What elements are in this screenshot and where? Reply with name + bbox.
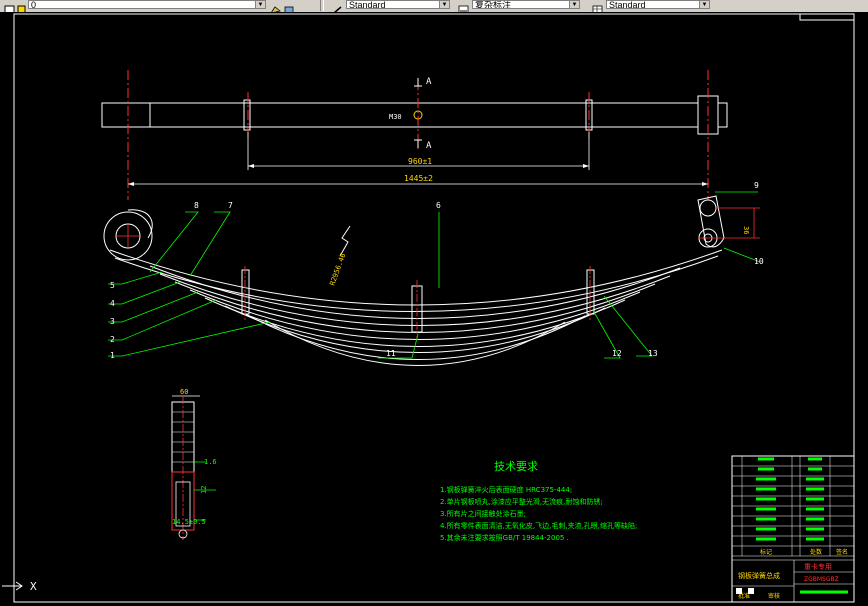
part-name: 钢板弹簧总成 [738,571,780,580]
col-count: 处数 [810,548,822,556]
layer-dropdown-value: 0 [31,0,37,9]
dimension-style-dropdown[interactable]: 复杂标注 ▼ [472,0,580,9]
section-dim-a: 1.6 [204,458,217,466]
chevron-down-icon[interactable]: ▼ [699,1,709,8]
section-dim-c: 14.5±0.5 [172,518,206,526]
chevron-down-icon[interactable]: ▼ [439,1,449,8]
notes-line-4: 4.所有零件表面清洁,无氧化皮,飞边,毛刺,夹渣,孔眼,缩孔等缺陷; [440,521,637,530]
center-bolt-label: M30 [389,113,402,121]
model-space-background [0,12,868,606]
callout-4: 4 [110,299,115,308]
callout-9: 9 [754,181,759,190]
section-width-label: 60 [180,388,188,396]
title-block-box-1 [736,588,742,594]
layer-state-icon[interactable] [4,0,15,14]
chevron-down-icon[interactable]: ▼ [569,1,579,8]
section-label-bottom: A [426,141,432,151]
text-style-value: Standard [349,0,386,9]
callout-7: 7 [228,201,233,210]
table-style-value: Standard [609,0,646,9]
notes-line-5: 5.其余未注要求按照GB/T 19844-2005 . [440,533,569,542]
shackle-dim-label: 36 [742,226,750,234]
cad-drawing-canvas[interactable]: A A M30 960±1 1445±2 36 R2956.46 8 7 6 9… [0,12,868,606]
notes-title: 技术要求 [494,460,538,473]
dimension-style-value: 复杂标注 [475,0,512,9]
notes-line-1: 1.钢板弹簧淬火后表面硬度 HRC375-444; [440,485,572,494]
col-mark: 标记 [760,548,772,556]
chevron-down-icon[interactable]: ▼ [255,1,265,8]
title-block-box-2 [748,588,754,594]
col-sign: 签名 [836,548,848,556]
callout-6: 6 [436,201,441,210]
toolbar-separator [320,0,324,11]
callout-2: 2 [110,335,115,344]
review-label: 审核 [768,592,780,600]
layer-previous-icon[interactable] [284,0,295,14]
layer-dropdown[interactable]: 0 ▼ [28,0,266,9]
section-dim-b: 12 [200,486,208,494]
drawing-code: ZGBMSGBZ [804,576,839,583]
callout-1: 1 [110,351,115,360]
dim-outer-label: 1445±2 [404,174,433,183]
notes-line-2: 2.单片钢板喷丸,涂漆应平整光滑,无流痕,耐蚀和防锈; [440,497,603,506]
callout-8: 8 [194,201,199,210]
dim-inner-label: 960±1 [408,157,432,166]
company-name: 重卡专用 [804,562,832,571]
callout-11: 11 [386,349,396,358]
dimension-style-icon[interactable] [458,0,469,15]
text-style-dropdown[interactable]: Standard ▼ [346,0,450,9]
callout-12: 12 [612,349,622,358]
notes-line-3: 3.所有片之间接触处涂石墨; [440,509,526,518]
table-style-icon[interactable] [592,0,603,15]
callout-3: 3 [110,317,115,326]
callout-10: 10 [754,257,764,266]
table-style-dropdown[interactable]: Standard ▼ [606,0,710,9]
ucs-x-label: X [30,580,37,593]
layer-manager-icon[interactable] [270,0,281,14]
section-label-top: A [426,77,432,87]
text-style-icon[interactable] [332,0,343,14]
callout-5: 5 [110,281,115,290]
callout-13: 13 [648,349,658,358]
layer-color-icon[interactable] [16,0,27,14]
